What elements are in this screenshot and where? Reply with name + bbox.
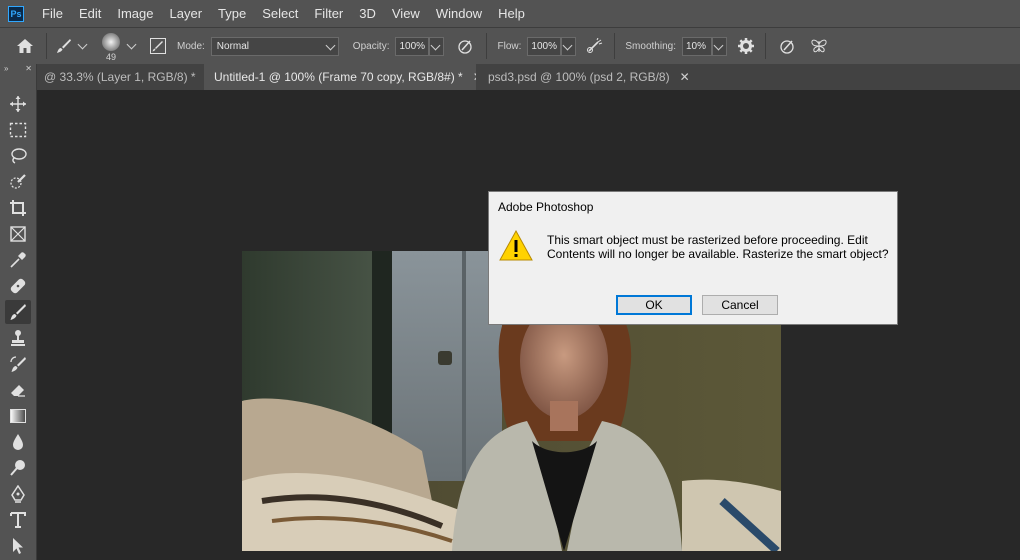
lasso-tool-icon[interactable] — [5, 144, 31, 168]
smoothing-field[interactable]: 10% — [681, 36, 712, 56]
opacity-label: Opacity: — [352, 40, 390, 52]
blur-tool-icon[interactable] — [5, 430, 31, 454]
smoothing-label: Smoothing: — [625, 40, 676, 52]
symmetry-butterfly-icon[interactable] — [808, 35, 830, 57]
flow-value: 100% — [531, 40, 557, 52]
close-icon[interactable]: ✕ — [473, 70, 476, 84]
options-bar: 49 Mode: Normal Opacity: 100% Flow: 100%… — [0, 27, 1020, 64]
tab-document-1[interactable]: @ 33.3% (Layer 1, RGB/8) *✕ — [36, 64, 202, 90]
rasterize-confirm-dialog: Adobe Photoshop This smart object must b… — [488, 191, 898, 325]
flow-field[interactable]: 100% — [527, 36, 562, 56]
close-icon[interactable]: ✕ — [25, 64, 32, 76]
chevron-down-icon — [562, 40, 573, 50]
menu-filter[interactable]: Filter — [306, 0, 351, 27]
history-brush-tool-icon[interactable] — [5, 352, 31, 376]
brush-tool-icon[interactable] — [5, 300, 31, 324]
path-selection-tool-icon[interactable] — [5, 534, 31, 558]
separator — [614, 33, 616, 59]
menu-help[interactable]: Help — [490, 0, 533, 27]
healing-brush-tool-icon[interactable] — [5, 274, 31, 298]
pen-tool-icon[interactable] — [5, 482, 31, 506]
ok-button[interactable]: OK — [616, 295, 692, 315]
chevron-down-icon — [713, 40, 724, 50]
menu-3d[interactable]: 3D — [351, 0, 384, 27]
brush-size-dropdown-icon[interactable] — [126, 39, 137, 50]
flow-label: Flow: — [497, 40, 522, 52]
dialog-title: Adobe Photoshop — [498, 200, 594, 214]
opacity-dropdown[interactable] — [429, 36, 445, 56]
tab-label: Untitled-1 @ 100% (Frame 70 copy, RGB/8#… — [214, 70, 463, 84]
menu-view[interactable]: View — [384, 0, 428, 27]
separator — [764, 33, 766, 59]
menu-select[interactable]: Select — [254, 0, 306, 27]
mode-label: Mode: — [177, 40, 205, 52]
tab-document-3[interactable]: psd3.psd @ 100% (psd 2, RGB/8) ✕ — [480, 64, 690, 90]
menu-edit[interactable]: Edit — [71, 0, 109, 27]
opacity-value: 100% — [399, 40, 426, 52]
crop-tool-icon[interactable] — [5, 196, 31, 220]
document-tab-bar: @ 33.3% (Layer 1, RGB/8) *✕ Untitled-1 @… — [0, 64, 1020, 90]
tab-label: psd3.psd @ 100% (psd 2, RGB/8) — [488, 70, 670, 84]
menu-bar: Ps File Edit Image Layer Type Select Fil… — [0, 0, 1020, 27]
smoothing-dropdown[interactable] — [711, 36, 727, 56]
warning-icon — [499, 229, 533, 265]
dodge-tool-icon[interactable] — [5, 456, 31, 480]
brush-preset-icon[interactable] — [53, 35, 75, 57]
clone-stamp-tool-icon[interactable] — [5, 326, 31, 350]
brush-size-value: 49 — [105, 52, 116, 62]
menu-type[interactable]: Type — [210, 0, 254, 27]
flow-dropdown[interactable] — [561, 36, 577, 56]
photoshop-logo: Ps — [8, 5, 24, 22]
type-tool-icon[interactable] — [5, 508, 31, 532]
chevron-down-icon — [325, 40, 336, 50]
separator — [46, 33, 47, 59]
tab-label: @ 33.3% (Layer 1, RGB/8) * — [44, 70, 196, 84]
airbrush-icon[interactable] — [584, 35, 606, 57]
home-icon[interactable] — [14, 35, 36, 57]
separator — [486, 33, 488, 59]
marquee-tool-icon[interactable] — [5, 118, 31, 142]
menu-file[interactable]: File — [34, 0, 71, 27]
mode-dropdown[interactable]: Normal — [210, 36, 339, 56]
eraser-tool-icon[interactable] — [5, 378, 31, 402]
dialog-message: This smart object must be rasterized bef… — [547, 233, 889, 261]
close-icon[interactable]: ✕ — [680, 70, 690, 84]
tab-document-2[interactable]: Untitled-1 @ 100% (Frame 70 copy, RGB/8#… — [204, 64, 476, 90]
menu-layer[interactable]: Layer — [162, 0, 211, 27]
brush-size-picker[interactable]: 49 — [98, 29, 124, 63]
quick-selection-tool-icon[interactable] — [5, 170, 31, 194]
menu-window[interactable]: Window — [428, 0, 490, 27]
frame-tool-icon[interactable] — [5, 222, 31, 246]
smoothing-value: 10% — [685, 40, 706, 52]
gear-icon[interactable] — [735, 35, 757, 57]
collapse-icon[interactable]: » — [4, 64, 8, 76]
pressure-size-icon[interactable] — [776, 35, 798, 57]
pressure-opacity-icon[interactable] — [454, 35, 476, 57]
gradient-tool-icon[interactable] — [5, 404, 31, 428]
opacity-field[interactable]: 100% — [395, 36, 430, 56]
mode-value: Normal — [216, 40, 250, 52]
chevron-down-icon — [431, 40, 441, 50]
eyedropper-tool-icon[interactable] — [5, 248, 31, 272]
brush-preset-dropdown-icon[interactable] — [77, 39, 88, 50]
tools-panel-header: » ✕ — [0, 64, 36, 76]
brush-tip-icon — [102, 33, 120, 51]
menu-image[interactable]: Image — [109, 0, 161, 27]
brush-settings-panel-icon[interactable] — [147, 35, 169, 57]
move-tool-icon[interactable] — [5, 92, 31, 116]
cancel-button[interactable]: Cancel — [702, 295, 778, 315]
tools-panel: » ✕ — [0, 64, 37, 560]
